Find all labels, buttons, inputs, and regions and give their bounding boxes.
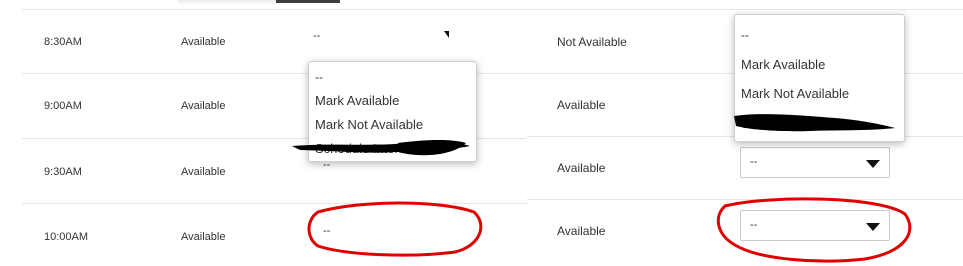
dropdown-option[interactable]: Schedule Interview	[315, 141, 425, 156]
dropdown-option[interactable]: Schedule Interview	[741, 116, 851, 131]
time-slot: 10:00AM	[44, 231, 89, 243]
availability-status: Available	[181, 166, 226, 178]
slot-action-select[interactable]: --	[740, 147, 890, 178]
dropdown-option[interactable]: Mark Not Available	[741, 86, 849, 101]
dropdown-option[interactable]: Mark Available	[315, 93, 399, 108]
time-slot: 9:30AM	[44, 166, 82, 178]
dropdown-option[interactable]: --	[741, 28, 749, 42]
dropdown-option[interactable]: Mark Not Available	[315, 117, 423, 132]
slot-action-dropdown[interactable]: -- Mark Available Mark Not Available Sch…	[308, 61, 477, 162]
selected-value: --	[750, 219, 758, 231]
availability-status: Available	[181, 100, 226, 112]
top-tab-indicator	[276, 0, 340, 3]
time-slot: 9:00AM	[44, 100, 82, 112]
time-slot: 8:30AM	[44, 36, 82, 48]
row-divider	[22, 9, 527, 10]
slot-action-select[interactable]: --	[323, 225, 330, 237]
availability-status: Available	[557, 224, 606, 238]
row-divider	[527, 199, 963, 200]
top-shadow	[178, 0, 278, 5]
availability-status: Available	[181, 231, 226, 243]
chevron-down-icon	[866, 223, 880, 231]
row-divider	[22, 203, 527, 204]
dropdown-option[interactable]: --	[315, 70, 323, 84]
slot-action-select[interactable]: --	[740, 210, 890, 241]
selected-value: --	[313, 30, 321, 42]
dropdown-option[interactable]: Mark Available	[741, 57, 825, 72]
slot-action-dropdown[interactable]: -- Mark Available Mark Not Available Sch…	[734, 14, 905, 142]
availability-status: Not Available	[557, 35, 627, 49]
chevron-down-icon	[444, 31, 449, 38]
availability-status: Available	[557, 98, 606, 112]
selected-value: --	[750, 156, 758, 168]
chevron-down-icon	[866, 160, 880, 168]
availability-status: Available	[181, 36, 226, 48]
slot-action-select[interactable]: --	[308, 26, 453, 48]
availability-status: Available	[557, 161, 606, 175]
row-divider	[527, 9, 963, 10]
